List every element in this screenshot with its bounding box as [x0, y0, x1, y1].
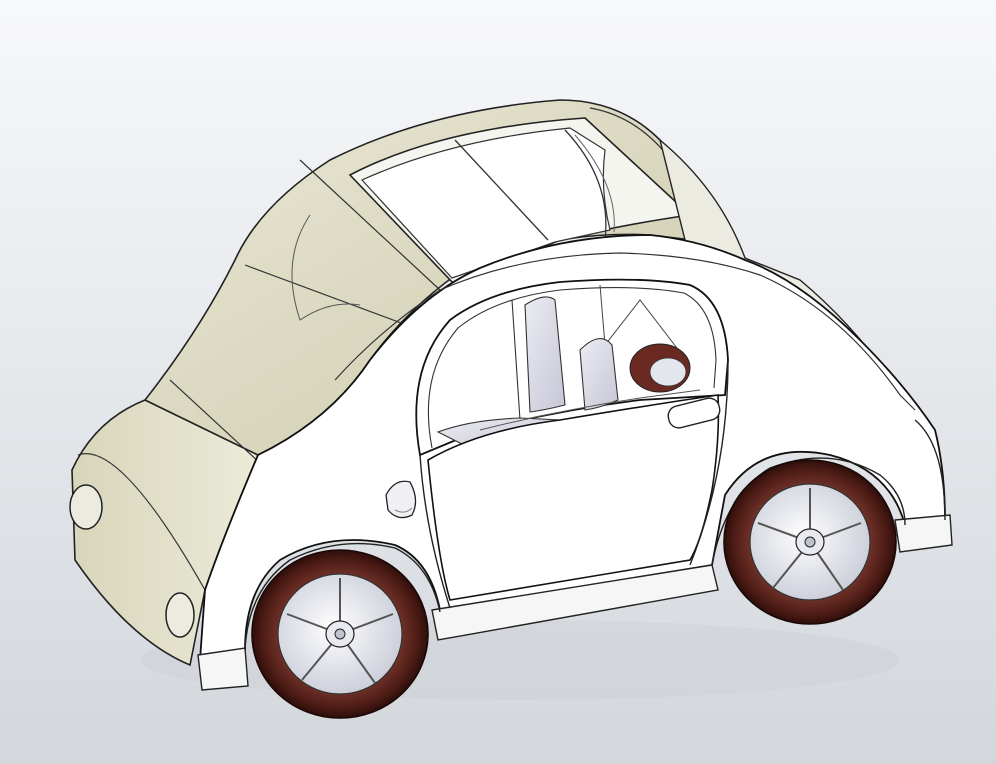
cad-viewport[interactable] — [0, 0, 996, 764]
rear-hub-cap — [334, 628, 346, 640]
rear-light-upper — [69, 484, 103, 530]
rear-wheel — [251, 549, 429, 719]
front-bumper-lower — [894, 514, 953, 553]
front-wheel — [723, 459, 897, 625]
rear-light-lower — [165, 592, 195, 638]
car-model-render — [0, 0, 996, 764]
front-seat-back — [579, 338, 619, 411]
front-hub-cap — [804, 536, 816, 548]
interior-visible-rim — [649, 357, 687, 387]
rear-bumper-lower — [197, 647, 249, 691]
